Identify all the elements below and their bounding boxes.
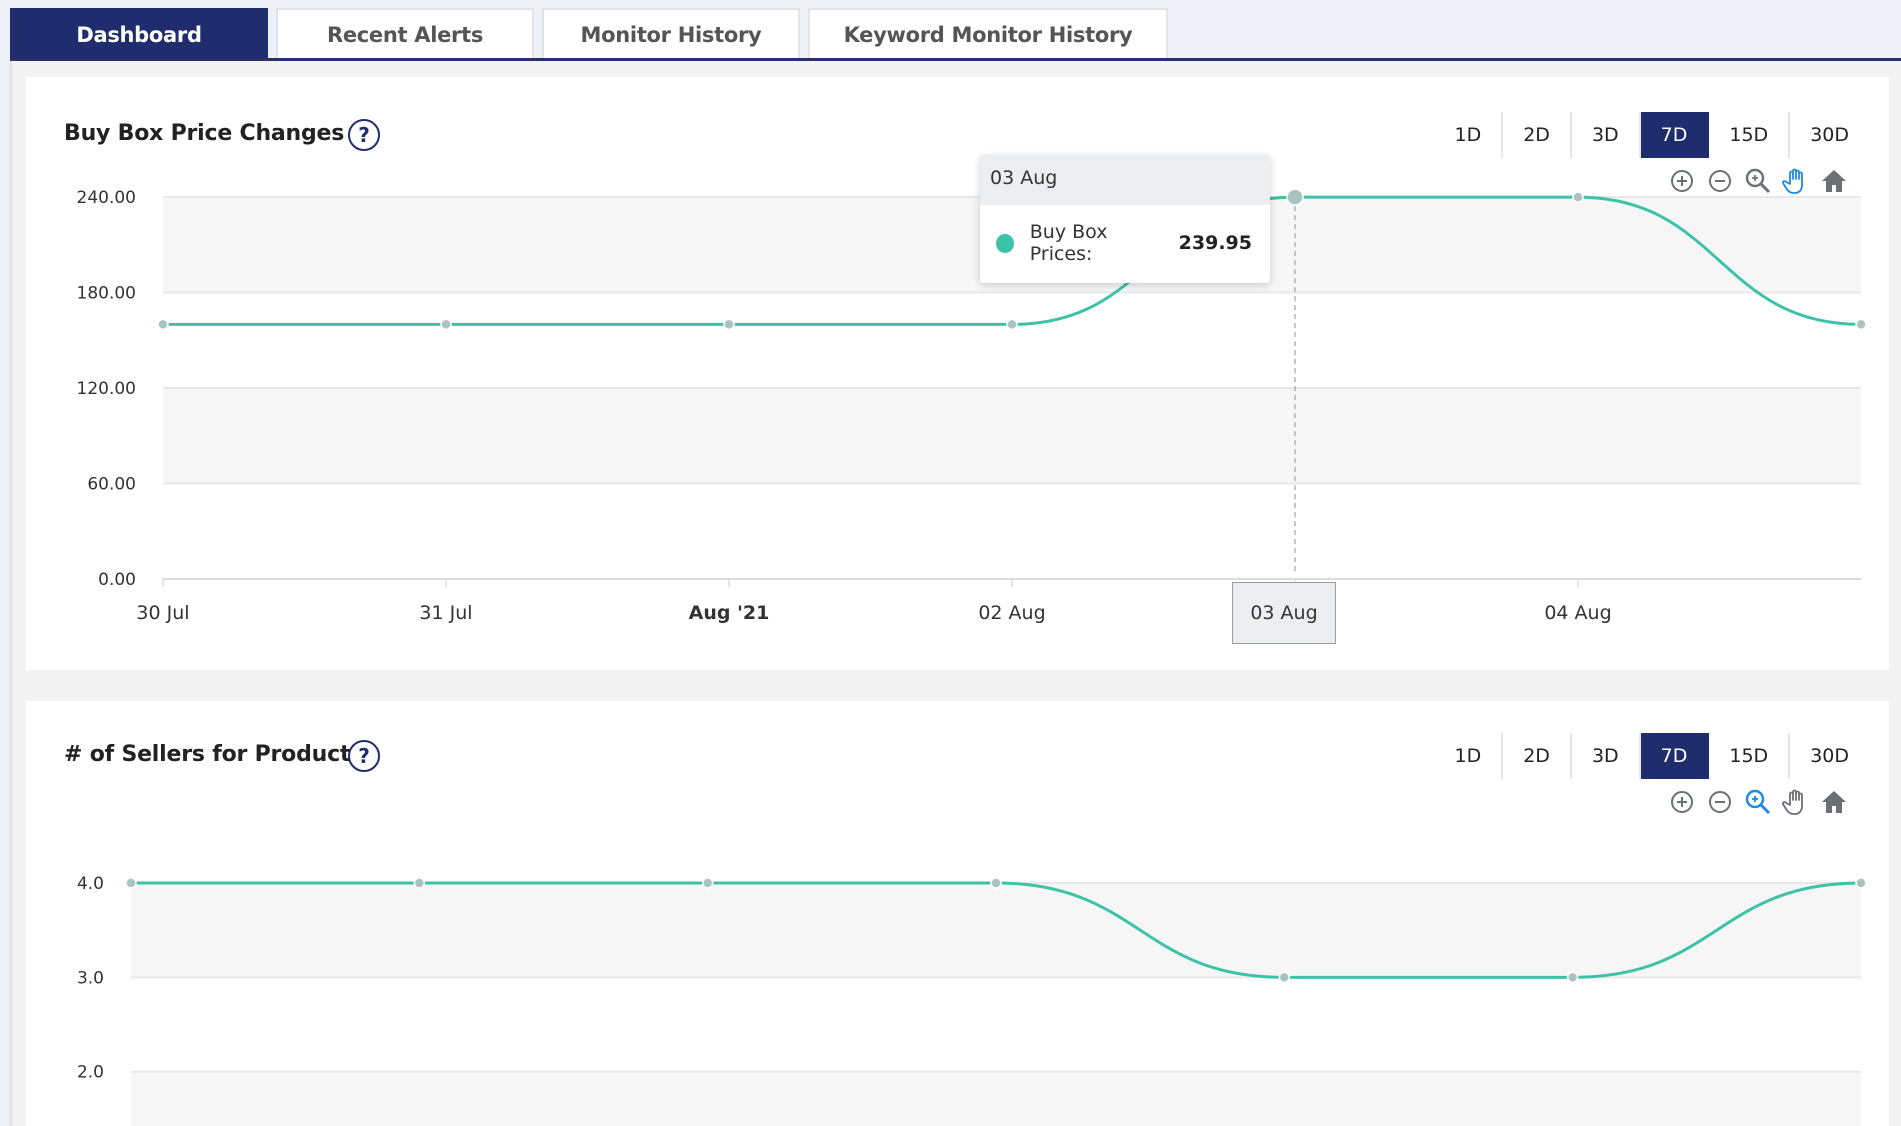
x-tick-label: 31 Jul [419, 602, 472, 624]
data-point [1286, 188, 1304, 206]
y-tick-label: 120.00 [77, 379, 136, 399]
tab-recent-alerts[interactable]: Recent Alerts [276, 8, 534, 60]
data-point [440, 318, 452, 331]
data-point [125, 877, 137, 889]
y-tick-label: 180.00 [77, 284, 136, 304]
buy-box-chart: 0.00 60.00 120.00 180.00 240.00 30 Jul 31 Jul A… [77, 188, 1867, 624]
x-tick-label: 04 Aug [1544, 602, 1611, 624]
tooltip-value: 239.95 [1178, 232, 1252, 254]
y-tick-label: 60.00 [87, 475, 136, 495]
tab-keyword-monitor-history[interactable]: Keyword Monitor History [808, 8, 1168, 60]
tooltip-row: Buy Box Prices: 239.95 [980, 205, 1270, 283]
tab-monitor-history[interactable]: Monitor History [542, 8, 800, 60]
data-point [701, 877, 714, 889]
data-point [990, 877, 1002, 889]
grid-band [163, 388, 1861, 484]
data-point [1572, 191, 1584, 203]
crosshair-x-label: 03 Aug [1232, 582, 1336, 644]
x-tick-label: Aug '21 [689, 602, 770, 624]
y-tick-label: 0.00 [98, 570, 136, 590]
y-tick-label: 4.0 [77, 874, 104, 894]
series-marker-icon [996, 233, 1014, 253]
tab-bar: Dashboard Recent Alerts Monitor History … [10, 8, 1176, 60]
grid-band [131, 1071, 1861, 1126]
grid-band [131, 883, 1861, 978]
data-point [413, 877, 426, 889]
sellers-chart: 1.02.03.04.0 [77, 874, 1867, 1126]
chart-tooltip: 03 Aug Buy Box Prices: 239.95 [980, 155, 1270, 283]
x-tick-label: 02 Aug [978, 602, 1045, 624]
dashboard-content: Buy Box Price Changes ? 1D 2D 3D 7D 15D 30D 0… [10, 61, 1901, 1126]
buy-box-price-panel: Buy Box Price Changes ? 1D 2D 3D 7D 15D 30D 0… [26, 77, 1889, 670]
sellers-panel: # of Sellers for Product ? 1D 2D 3D 7D 15D 30… [26, 701, 1889, 1126]
data-point [1855, 318, 1867, 331]
tab-dashboard[interactable]: Dashboard [10, 8, 268, 60]
data-point [1566, 971, 1579, 984]
y-tick-label: 240.00 [77, 188, 136, 208]
x-tick-label: 30 Jul [136, 602, 189, 624]
data-point [157, 318, 169, 331]
data-point [1278, 971, 1291, 984]
data-point [1855, 877, 1867, 889]
tooltip-date: 03 Aug [980, 155, 1270, 205]
y-tick-label: 3.0 [77, 968, 104, 988]
y-tick-label: 2.0 [77, 1063, 104, 1083]
tooltip-series-label: Buy Box Prices: [1029, 221, 1108, 265]
data-point [1006, 318, 1018, 331]
data-point [723, 318, 735, 331]
